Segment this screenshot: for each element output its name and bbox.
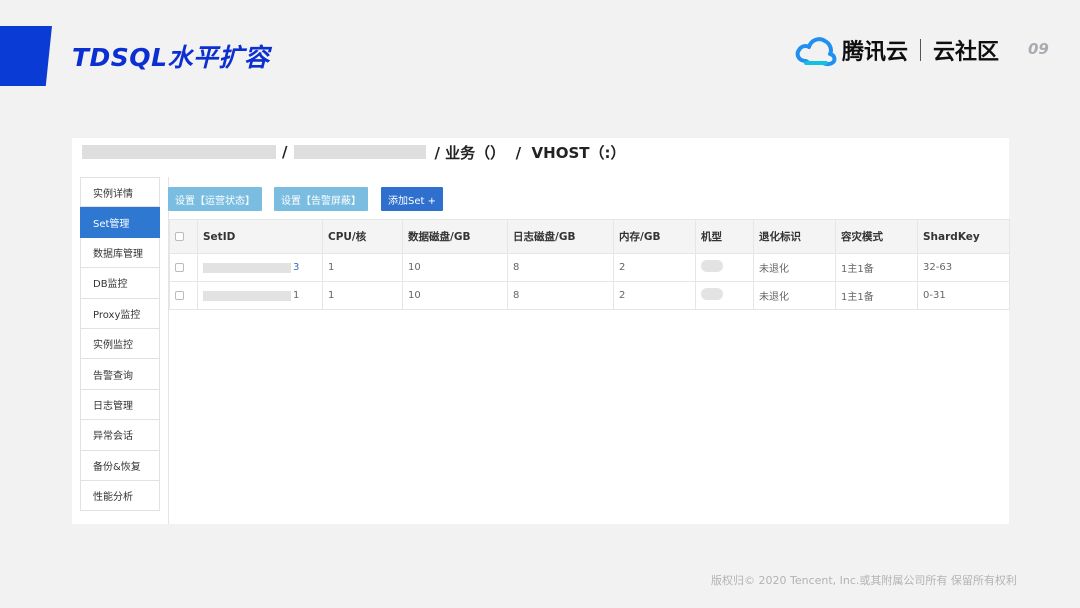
setid-cell: 3 bbox=[197, 253, 323, 282]
row-checkbox[interactable] bbox=[175, 290, 184, 300]
sidebar-item-db-monitor[interactable]: DB监控 bbox=[80, 268, 160, 299]
column-header-degrade: 退化标识 bbox=[753, 219, 836, 254]
sidebar-item-set-management[interactable]: Set管理 bbox=[80, 207, 160, 238]
logo-divider bbox=[920, 39, 922, 61]
select-all-cell[interactable] bbox=[169, 219, 198, 254]
breadcrumb-separator: / bbox=[282, 143, 288, 161]
add-set-button[interactable]: 添加Set + bbox=[381, 187, 443, 211]
log-disk-cell: 8 bbox=[507, 253, 614, 282]
logo-community-text: 云社区 bbox=[933, 40, 1000, 65]
model-redacted bbox=[701, 260, 723, 272]
dr-mode-cell: 1主1备 bbox=[835, 253, 918, 282]
model-cell bbox=[695, 281, 754, 310]
console-panel: / / 业务（） / VHOST（:） 实例详情 Set管理 数据库管理 DB监… bbox=[72, 138, 1010, 524]
cpu-cell: 1 bbox=[322, 281, 403, 310]
slide-title: TDSQL水平扩容 bbox=[72, 43, 270, 72]
model-redacted bbox=[701, 288, 723, 300]
set-alarm-mask-button[interactable]: 设置【告警屏蔽】 bbox=[274, 187, 368, 211]
tencent-cloud-icon bbox=[795, 37, 837, 67]
sidebar-item-proxy-monitor[interactable]: Proxy监控 bbox=[80, 298, 160, 329]
sidebar: 实例详情 Set管理 数据库管理 DB监控 Proxy监控 实例监控 告警查询 … bbox=[80, 177, 160, 512]
page-number: 09 bbox=[1028, 40, 1049, 58]
breadcrumb-redacted-1 bbox=[82, 145, 276, 159]
column-header-cpu: CPU/核 bbox=[322, 219, 403, 254]
breadcrumb-tail: / 业务（） / VHOST（:） bbox=[434, 143, 626, 162]
row-select-cell[interactable] bbox=[169, 253, 198, 282]
table-row: 3 1 10 8 2 未退化 1主1备 32-63 bbox=[169, 253, 1010, 282]
setid-redacted bbox=[203, 290, 291, 301]
sidebar-item-performance-analysis[interactable]: 性能分析 bbox=[80, 480, 160, 512]
memory-cell: 2 bbox=[613, 281, 696, 310]
set-operation-status-button[interactable]: 设置【运营状态】 bbox=[168, 187, 262, 211]
set-table: SetID CPU/核 数据磁盘/GB 日志磁盘/GB 内存/GB 机型 退化标… bbox=[169, 219, 1010, 310]
setid-link[interactable]: 1 bbox=[293, 290, 299, 301]
degrade-cell: 未退化 bbox=[753, 253, 836, 282]
setid-redacted bbox=[203, 262, 291, 273]
column-header-data-disk: 数据磁盘/GB bbox=[402, 219, 508, 254]
data-disk-cell: 10 bbox=[402, 253, 508, 282]
row-select-cell[interactable] bbox=[169, 281, 198, 310]
table-row: 1 1 10 8 2 未退化 1主1备 0-31 bbox=[169, 281, 1010, 310]
breadcrumb-redacted-2 bbox=[294, 145, 427, 159]
sidebar-item-alarm-query[interactable]: 告警查询 bbox=[80, 359, 160, 390]
column-header-setid: SetID bbox=[197, 219, 323, 254]
title-accent-bar bbox=[0, 26, 52, 86]
setid-link[interactable]: 3 bbox=[293, 262, 299, 273]
model-cell bbox=[695, 253, 754, 282]
table-header-row: SetID CPU/核 数据磁盘/GB 日志磁盘/GB 内存/GB 机型 退化标… bbox=[169, 219, 1010, 254]
copyright-footer: 版权归© 2020 Tencent, Inc.或其附属公司所有 保留所有权利 bbox=[711, 574, 1017, 587]
shardkey-cell: 32-63 bbox=[917, 253, 1010, 282]
column-header-dr-mode: 容灾模式 bbox=[835, 219, 918, 254]
log-disk-cell: 8 bbox=[507, 281, 614, 310]
column-header-memory: 内存/GB bbox=[613, 219, 696, 254]
sidebar-item-abnormal-session[interactable]: 异常会话 bbox=[80, 420, 160, 451]
sidebar-item-instance-monitor[interactable]: 实例监控 bbox=[80, 328, 160, 360]
setid-cell: 1 bbox=[197, 281, 323, 310]
data-disk-cell: 10 bbox=[402, 281, 508, 310]
degrade-cell: 未退化 bbox=[753, 281, 836, 310]
sidebar-item-database-management[interactable]: 数据库管理 bbox=[80, 237, 160, 269]
column-header-log-disk: 日志磁盘/GB bbox=[507, 219, 614, 254]
shardkey-cell: 0-31 bbox=[917, 281, 1010, 310]
sidebar-item-instance-detail[interactable]: 实例详情 bbox=[80, 177, 160, 208]
column-header-model: 机型 bbox=[695, 219, 754, 254]
row-checkbox[interactable] bbox=[175, 262, 184, 272]
dr-mode-cell: 1主1备 bbox=[835, 281, 918, 310]
select-all-checkbox[interactable] bbox=[175, 232, 184, 241]
breadcrumb: / / 业务（） / VHOST（:） bbox=[82, 141, 626, 163]
column-header-shardkey: ShardKey bbox=[917, 219, 1010, 254]
sidebar-item-log-management[interactable]: 日志管理 bbox=[80, 389, 160, 421]
sidebar-item-backup-restore[interactable]: 备份&恢复 bbox=[80, 450, 160, 481]
memory-cell: 2 bbox=[613, 253, 696, 282]
logo: 腾讯云 云社区 bbox=[792, 30, 999, 70]
cpu-cell: 1 bbox=[322, 253, 403, 282]
logo-brand-text: 腾讯云 bbox=[842, 40, 909, 65]
